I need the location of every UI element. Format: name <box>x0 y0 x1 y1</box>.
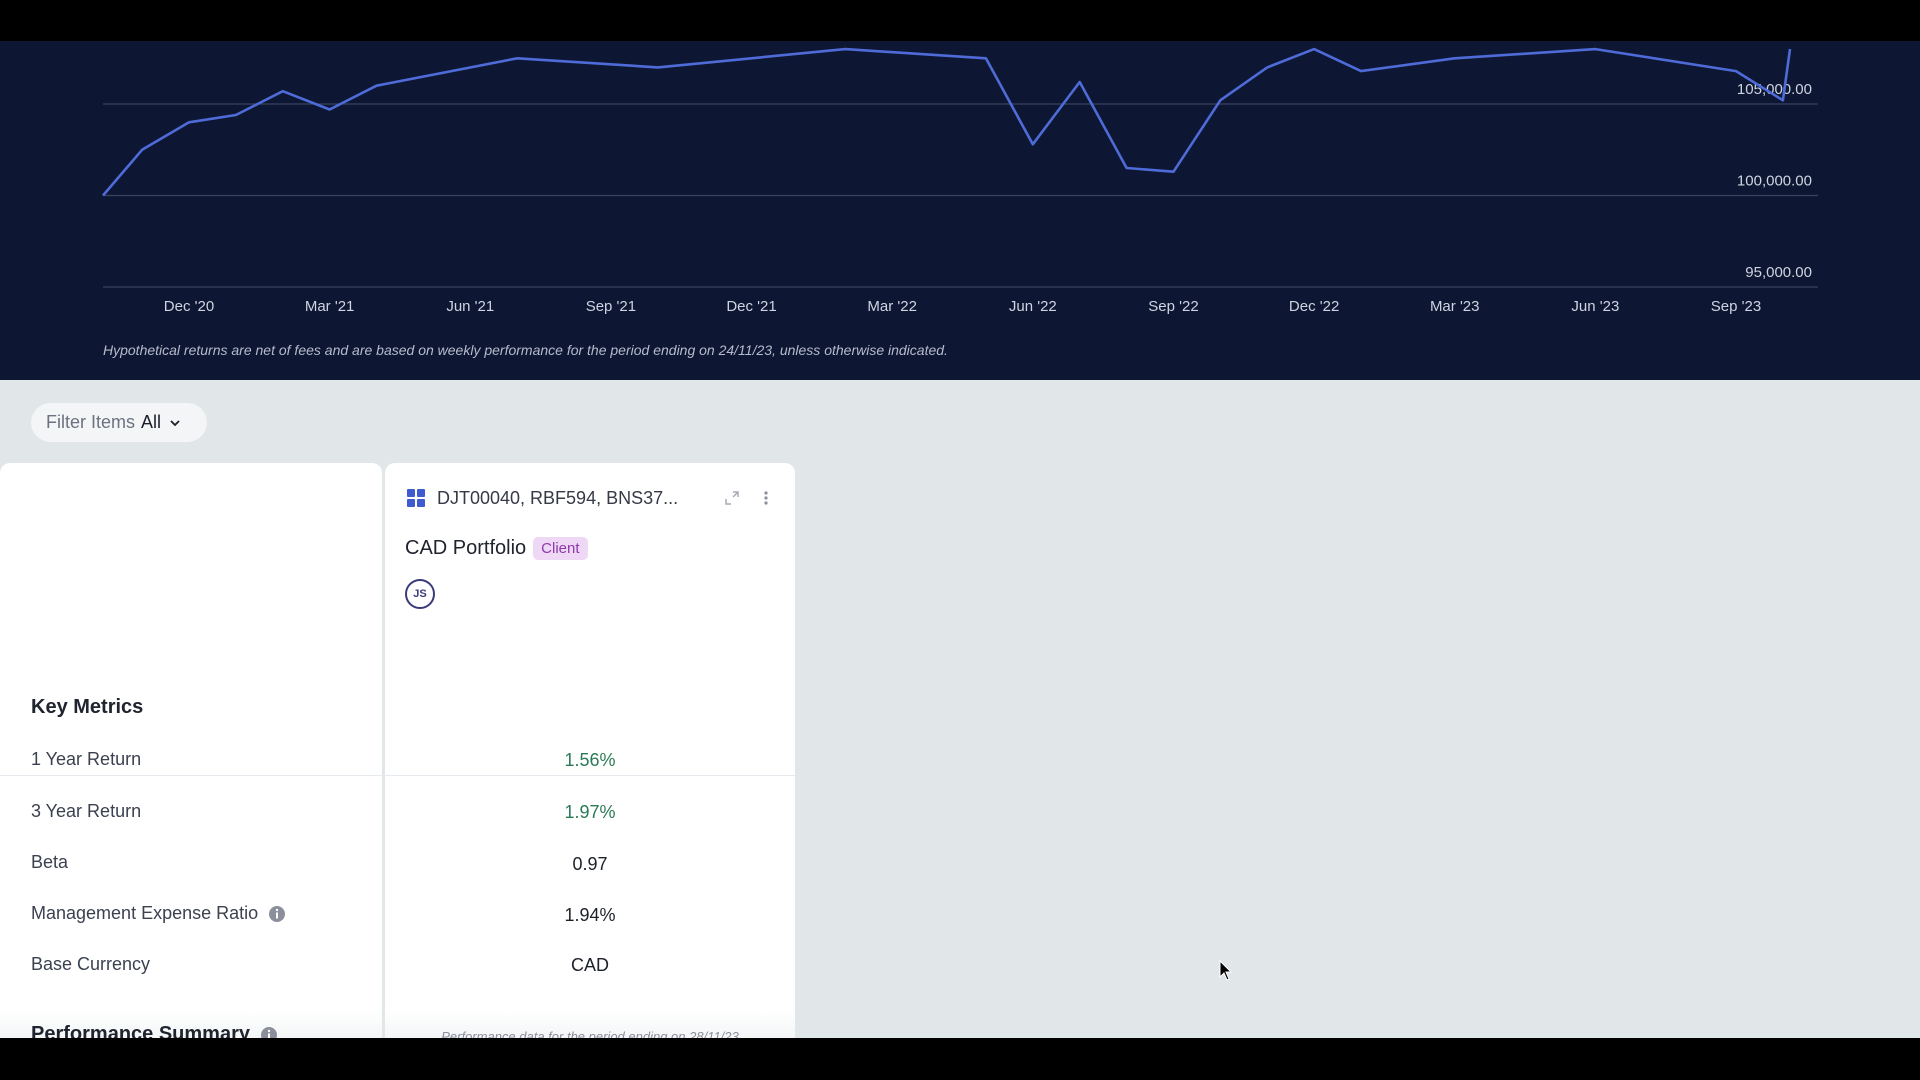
more-vertical-icon <box>764 491 768 505</box>
card-title: DJT00040, RBF594, BNS37... <box>437 487 679 508</box>
performance-chart-panel: 105,000.00 100,000.00 95,000.00 Dec '20 Mar… <box>0 41 1920 380</box>
y-tick-label: 100,000.00 <box>1737 173 1812 190</box>
chevron-down-icon <box>170 419 180 426</box>
x-tick-label: Dec '20 <box>164 298 214 315</box>
info-icon[interactable] <box>268 905 286 923</box>
series-line <box>102 47 1792 197</box>
metric-value-1yr: 1.56% <box>564 750 616 770</box>
filter-value: All <box>141 412 162 432</box>
x-tick-label: Jun '22 <box>1009 298 1057 315</box>
filter-label: Filter Items <box>46 412 136 432</box>
x-tick-label: Mar '21 <box>305 298 355 315</box>
y-tick-label: 95,000.00 <box>1745 264 1812 281</box>
key-metrics-divider <box>0 775 795 776</box>
x-tick-label: Mar '23 <box>1430 298 1480 315</box>
expand-button[interactable] <box>721 487 743 509</box>
metric-value-3yr: 1.97% <box>564 802 616 822</box>
chart-disclaimer: Hypothetical returns are net of fees and… <box>103 342 948 358</box>
x-tick-label: Mar '22 <box>867 298 917 315</box>
expand-icon <box>725 491 739 505</box>
x-tick-label: Jun '21 <box>446 298 494 315</box>
x-tick-label: Sep '21 <box>586 298 636 315</box>
x-tick-label: Sep '22 <box>1148 298 1198 315</box>
metric-value-mer: 1.94% <box>564 905 616 925</box>
metric-value-currency: CAD <box>570 955 609 975</box>
info-icon[interactable] <box>260 1026 278 1039</box>
portfolio-grid-icon <box>407 489 425 507</box>
x-tick-label: Dec '21 <box>726 298 776 315</box>
x-tick-label: Dec '22 <box>1289 298 1339 315</box>
avatar[interactable]: JS <box>405 579 435 609</box>
metric-label: 1 Year Return <box>31 749 142 769</box>
x-tick-label: Sep '23 <box>1711 298 1761 315</box>
filter-items-dropdown[interactable]: Filter Items All <box>31 403 207 442</box>
app-viewport: 105,000.00 100,000.00 95,000.00 Dec '20 Mar… <box>0 41 1920 1038</box>
performance-note: Performance data for the period ending o… <box>441 1029 739 1038</box>
mouse-cursor-icon <box>1219 960 1233 981</box>
more-options-button[interactable] <box>755 487 777 509</box>
metric-label: Management Expense Ratio <box>31 903 286 924</box>
metric-label: Base Currency <box>31 954 151 974</box>
metric-label: 3 Year Return <box>31 801 142 821</box>
metric-label: Beta <box>31 852 69 872</box>
x-tick-label: Jun '23 <box>1571 298 1619 315</box>
portfolio-name: CAD Portfolio <box>405 537 527 559</box>
metric-value-beta: 0.97 <box>572 854 608 874</box>
performance-summary-title: Performance Summary <box>31 1023 278 1038</box>
performance-chart: 105,000.00100,000.0095,000.00 Dec '20 Mar… <box>102 47 1818 315</box>
key-metrics-title: Key Metrics <box>31 696 144 718</box>
client-badge: Client <box>533 537 588 560</box>
